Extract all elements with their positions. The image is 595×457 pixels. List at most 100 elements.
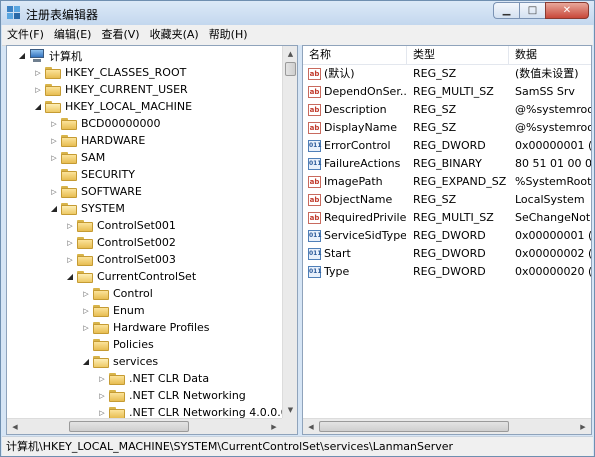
value-name: ImagePath — [324, 175, 383, 188]
value-type: REG_EXPAND_SZ — [413, 175, 507, 188]
binary-value-icon: 011 — [308, 158, 322, 170]
column-header-data[interactable]: 数据 — [509, 46, 591, 64]
tree-item[interactable]: ◢ CurrentControlSet — [65, 268, 196, 285]
tree-vertical-scrollbar[interactable]: ▲ ▼ — [282, 46, 297, 418]
expand-triangle-icon[interactable]: ▷ — [81, 319, 91, 336]
scroll-right-arrow-icon[interactable]: ▶ — [266, 419, 282, 434]
menu-help[interactable]: 帮助(H) — [204, 26, 253, 44]
value-row[interactable]: 011Type REG_DWORD 0x00000020 (32 — [303, 263, 591, 281]
expand-triangle-icon[interactable]: ▷ — [49, 149, 59, 166]
scroll-down-arrow-icon[interactable]: ▼ — [283, 402, 297, 418]
tree-item[interactable]: ▷ .NET CLR Data — [97, 370, 209, 387]
value-row[interactable]: ab (默认) REG_SZ (数值未设置) — [303, 65, 591, 83]
tree-item[interactable]: ◢ SYSTEM — [49, 200, 125, 217]
expand-triangle-icon[interactable]: ▷ — [65, 251, 75, 268]
scroll-up-arrow-icon[interactable]: ▲ — [283, 46, 297, 62]
value-row[interactable]: abRequiredPrivile... REG_MULTI_SZ SeChange… — [303, 209, 591, 227]
expand-triangle-icon[interactable]: ▷ — [49, 115, 59, 132]
value-data: 80 51 01 00 00 — [515, 157, 592, 170]
value-data: LocalSystem — [515, 193, 585, 206]
tree-item[interactable]: ▷ BCD00000000 — [49, 115, 160, 132]
collapse-triangle-icon[interactable]: ◢ — [33, 98, 43, 115]
expand-triangle-icon[interactable]: ▷ — [65, 234, 75, 251]
tree-item[interactable]: ▷ Hardware Profiles — [81, 319, 209, 336]
tree-item-label: .NET CLR Networking — [129, 389, 246, 402]
expand-triangle-icon[interactable]: ▷ — [33, 81, 43, 98]
title-bar[interactable]: 注册表编辑器 ▁ □ ✕ — [1, 1, 594, 25]
expand-triangle-icon[interactable]: ▷ — [49, 132, 59, 149]
tree-item[interactable]: ◢ 计算机 — [17, 47, 82, 64]
expand-triangle-icon[interactable]: ▷ — [49, 183, 59, 200]
tree-item[interactable]: ▷ ControlSet002 — [65, 234, 176, 251]
tree-item[interactable]: ◢ services — [81, 353, 158, 370]
value-data: 0x00000002 (2) — [515, 247, 592, 260]
value-row[interactable]: 011ServiceSidType REG_DWORD 0x00000001 (1) — [303, 227, 591, 245]
tree-scroll-thumb[interactable] — [285, 62, 296, 76]
tree-hscroll-thumb[interactable] — [69, 421, 189, 432]
tree-item[interactable]: ◢ HKEY_LOCAL_MACHINE — [33, 98, 192, 115]
value-row[interactable]: ab DependOnSer... REG_MULTI_SZ SamSS Srv — [303, 83, 591, 101]
value-type: REG_DWORD — [413, 265, 486, 278]
tree-item[interactable]: ▷ Enum — [81, 302, 144, 319]
maximize-button[interactable]: □ — [519, 2, 545, 19]
value-type: REG_DWORD — [413, 247, 486, 260]
scroll-right-arrow-icon[interactable]: ▶ — [575, 419, 591, 434]
expand-triangle-icon[interactable]: ▷ — [81, 285, 91, 302]
close-button[interactable]: ✕ — [545, 2, 589, 19]
column-header-name[interactable]: 名称 — [303, 46, 407, 64]
list-hscroll-thumb[interactable] — [319, 421, 509, 432]
tree-item[interactable]: ▷ ControlSet001 — [65, 217, 176, 234]
collapse-triangle-icon[interactable]: ◢ — [81, 353, 91, 370]
tree-item[interactable]: ▷ SAM — [49, 149, 105, 166]
tree-item[interactable]: ▷ SOFTWARE — [49, 183, 142, 200]
tree-item-label: SAM — [81, 151, 106, 164]
value-data: (数值未设置) — [515, 67, 579, 80]
value-name: Description — [324, 103, 387, 116]
value-row[interactable]: 011Start REG_DWORD 0x00000002 (2) — [303, 245, 592, 263]
folder-icon — [77, 219, 93, 232]
menu-favorites[interactable]: 收藏夹(A) — [145, 26, 204, 44]
tree-item-label: services — [113, 355, 159, 368]
tree-item[interactable]: Policies — [81, 336, 154, 353]
expand-triangle-icon[interactable]: ▷ — [33, 64, 43, 81]
scroll-left-arrow-icon[interactable]: ◀ — [7, 419, 23, 434]
tree-item-label: ControlSet001 — [97, 219, 176, 232]
scroll-left-arrow-icon[interactable]: ◀ — [303, 419, 319, 434]
value-data: SamSS Srv — [515, 85, 575, 98]
binary-value-icon: 011 — [308, 230, 322, 242]
tree-item[interactable]: ▷ HKEY_CURRENT_USER — [33, 81, 187, 98]
value-row[interactable]: ab ObjectName REG_SZ LocalSystem — [303, 191, 591, 209]
tree-item-label: 计算机 — [49, 49, 82, 63]
tree-item[interactable]: ▷ .NET CLR Networking — [97, 387, 246, 404]
value-row[interactable]: 011 FailureActions REG_BINARY 80 51 01 00 0… — [303, 155, 592, 173]
expand-triangle-icon[interactable]: ▷ — [81, 302, 91, 319]
menu-view[interactable]: 查看(V) — [96, 26, 144, 44]
collapse-triangle-icon[interactable]: ◢ — [17, 47, 27, 64]
menu-edit[interactable]: 编辑(E) — [49, 26, 97, 44]
collapse-triangle-icon[interactable]: ◢ — [49, 200, 59, 217]
value-row[interactable]: ab Description REG_SZ @%systemroot — [303, 101, 591, 119]
tree-item[interactable]: ▷ HKEY_CLASSES_ROOT — [33, 64, 186, 81]
tree-item-label: Control — [113, 287, 153, 300]
value-name: ObjectName — [324, 193, 393, 206]
expand-triangle-icon[interactable]: ▷ — [97, 387, 107, 404]
collapse-triangle-icon[interactable]: ◢ — [65, 268, 75, 285]
value-row[interactable]: abImagePath REG_EXPAND_SZ %SystemRoot% — [303, 173, 591, 191]
tree-horizontal-scrollbar[interactable]: ◀ ▶ — [7, 418, 282, 434]
value-row[interactable]: ab DisplayName REG_SZ @%systemroot — [303, 119, 591, 137]
tree-item[interactable]: ▷ HARDWARE — [49, 132, 145, 149]
column-header-type[interactable]: 类型 — [407, 46, 509, 64]
value-row[interactable]: 011ErrorControl REG_DWORD 0x00000001 (1) — [303, 137, 591, 155]
registry-tree-pane[interactable]: ◢ 计算机 ▷ HKEY_CLASSES_ROOT ▷ HKEY_CURRENT_USER… — [6, 45, 298, 435]
folder-icon — [93, 321, 109, 334]
minimize-button[interactable]: ▁ — [493, 2, 519, 19]
tree-item[interactable]: ▷ ControlSet003 — [65, 251, 176, 268]
expand-triangle-icon[interactable]: ▷ — [97, 370, 107, 387]
expand-triangle-icon[interactable]: ▷ — [65, 217, 75, 234]
list-horizontal-scrollbar[interactable]: ◀ ▶ — [303, 418, 591, 434]
tree-item[interactable]: ▷ Control — [81, 285, 153, 302]
folder-icon — [77, 236, 93, 249]
menu-file[interactable]: 文件(F) — [2, 26, 49, 44]
values-list-pane[interactable]: 名称 类型 数据 ab (默认) REG_SZ (数值未设置) ab DependOnSe… — [302, 45, 592, 435]
tree-item[interactable]: SECURITY — [49, 166, 135, 183]
